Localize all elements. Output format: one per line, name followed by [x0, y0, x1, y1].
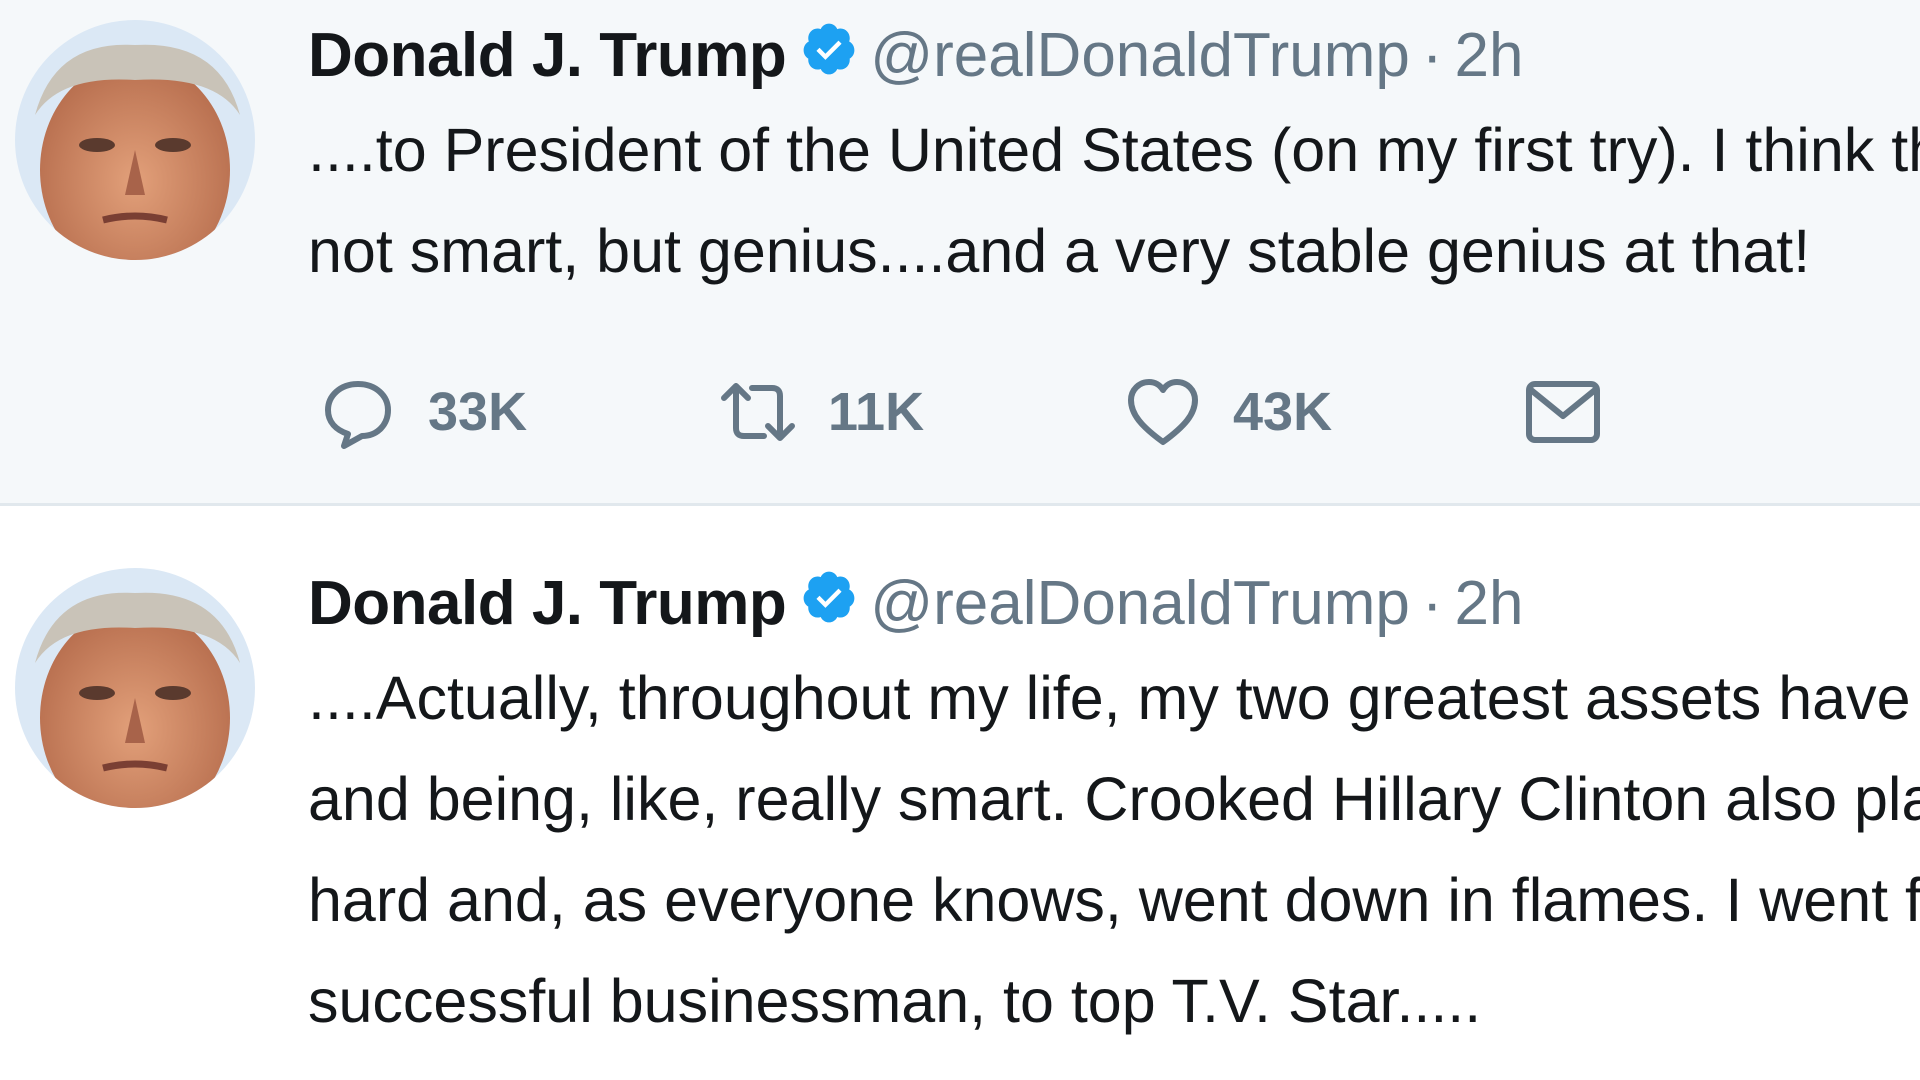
- like-count: 43K: [1233, 382, 1333, 442]
- tweet-header: Donald J. Trump @realDonaldTrump · 2h: [308, 566, 1523, 640]
- reply-count: 33K: [428, 382, 528, 442]
- heart-icon: [1123, 372, 1203, 452]
- retweet-count: 11K: [828, 382, 925, 442]
- tweet-text: ....Actually, throughout my life, my two…: [308, 648, 1920, 1052]
- reply-icon: [318, 372, 398, 452]
- author-name[interactable]: Donald J. Trump: [308, 568, 787, 639]
- envelope-icon: [1523, 372, 1603, 452]
- avatar[interactable]: [15, 568, 255, 808]
- tweet-text-line: ....Actually, throughout my life, my two…: [308, 664, 1920, 732]
- tweet-text-line: successful businessman, to top T.V. Star…: [308, 967, 1482, 1035]
- separator-dot: ·: [1421, 20, 1443, 90]
- tweet[interactable]: Donald J. Trump @realDonaldTrump · 2h ..…: [0, 506, 1920, 1080]
- direct-message-button[interactable]: [1523, 372, 1603, 452]
- tweet-text-line: not smart, but genius....and a very stab…: [308, 217, 1811, 285]
- avatar[interactable]: [15, 20, 255, 260]
- like-button[interactable]: 43K: [1123, 372, 1523, 452]
- tweet-timestamp[interactable]: 2h: [1455, 20, 1524, 91]
- retweet-icon: [718, 372, 798, 452]
- verified-badge-icon: [800, 568, 858, 626]
- tweet-text-line: ....to President of the United States (o…: [308, 116, 1920, 184]
- tweet-text: ....to President of the United States (o…: [308, 100, 1920, 302]
- tweet-feed: Donald J. Trump @realDonaldTrump · 2h ..…: [0, 0, 1920, 1080]
- tweet[interactable]: Donald J. Trump @realDonaldTrump · 2h ..…: [0, 0, 1920, 506]
- tweet-timestamp[interactable]: 2h: [1455, 568, 1524, 639]
- verified-badge-icon: [800, 20, 858, 78]
- tweet-header: Donald J. Trump @realDonaldTrump · 2h: [308, 18, 1523, 92]
- tweet-actions: 33K 11K 43K: [318, 372, 1603, 452]
- tweet-text-line: hard and, as everyone knows, went down i…: [308, 866, 1920, 934]
- avatar-portrait-icon: [15, 20, 255, 260]
- author-handle[interactable]: @realDonaldTrump: [870, 20, 1410, 91]
- separator-dot: ·: [1421, 568, 1443, 638]
- author-name[interactable]: Donald J. Trump: [308, 20, 787, 91]
- reply-button[interactable]: 33K: [318, 372, 718, 452]
- tweet-text-line: and being, like, really smart. Crooked H…: [308, 765, 1920, 833]
- author-handle[interactable]: @realDonaldTrump: [870, 568, 1410, 639]
- avatar-portrait-icon: [15, 568, 255, 808]
- retweet-button[interactable]: 11K: [718, 372, 1123, 452]
